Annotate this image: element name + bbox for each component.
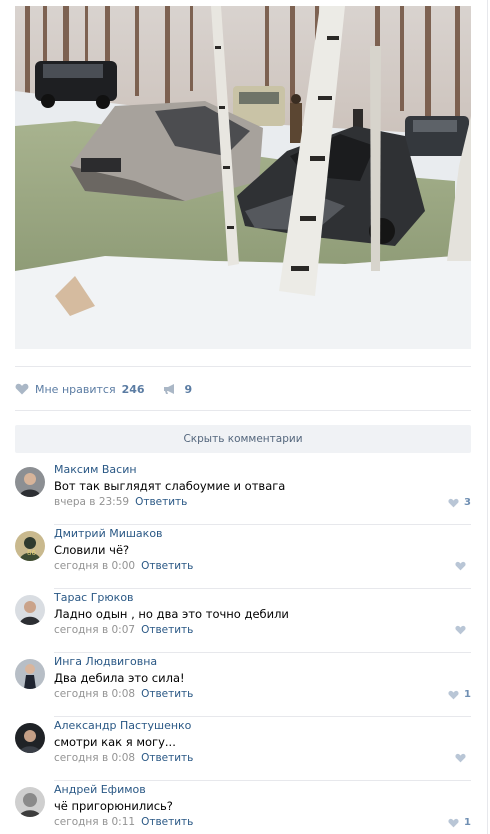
- post-actions: Мне нравится 246 9: [15, 381, 192, 397]
- like-count: 246: [121, 382, 145, 396]
- heart-icon: [455, 753, 466, 763]
- comment-like-count: 3: [464, 497, 471, 508]
- right-border: [487, 0, 488, 834]
- comment-like-button[interactable]: 1: [448, 817, 471, 828]
- comment-like-button[interactable]: [455, 753, 471, 763]
- reply-link[interactable]: Ответить: [135, 496, 187, 508]
- comment-text: Словили чё?: [54, 543, 130, 557]
- post-photo[interactable]: [15, 6, 471, 349]
- like-button[interactable]: Мне нравится 246: [15, 383, 145, 396]
- heart-icon: [455, 625, 466, 635]
- comment-date[interactable]: сегодня в 0:08: [54, 752, 135, 764]
- comment-author[interactable]: Дмитрий Мишаков: [54, 527, 163, 540]
- comment-text: смотри как я могу...: [54, 735, 176, 749]
- comment-like-count: 1: [464, 817, 471, 828]
- comment-like-button[interactable]: [455, 625, 471, 635]
- svg-text:86: 86: [27, 549, 36, 557]
- comment-text: Вот так выглядят слабоумие и отвага: [54, 479, 286, 493]
- reply-link[interactable]: Ответить: [141, 560, 193, 572]
- heart-icon: [448, 498, 459, 507]
- heart-icon: [15, 383, 29, 395]
- comment-date[interactable]: сегодня в 0:07: [54, 624, 135, 636]
- avatar[interactable]: [15, 595, 45, 625]
- comment-date[interactable]: сегодня в 0:11: [54, 816, 135, 828]
- share-button[interactable]: 9: [163, 382, 193, 396]
- comment-like-count: 1: [464, 689, 471, 700]
- comment-item: Инга Людвиговна Два дебила это сила! сег…: [15, 653, 471, 717]
- reply-link[interactable]: Ответить: [141, 816, 193, 828]
- avatar[interactable]: 86: [15, 531, 45, 561]
- comment-text: чё пригорюнились?: [54, 799, 173, 813]
- megaphone-icon: [163, 384, 174, 394]
- heart-icon: [448, 690, 459, 699]
- reply-link[interactable]: Ответить: [141, 752, 193, 764]
- comment-date[interactable]: вчера в 23:59: [54, 496, 129, 508]
- comment-text: Два дебила это сила!: [54, 671, 185, 685]
- comment-like-button[interactable]: [455, 561, 471, 571]
- comment-item: Тарас Грюков Ладно одын , но два это точ…: [15, 589, 471, 653]
- heart-icon: [455, 561, 466, 571]
- divider: [15, 366, 471, 367]
- comment-item: Максим Васин Вот так выглядят слабоумие …: [15, 461, 471, 525]
- avatar[interactable]: [15, 723, 45, 753]
- comment-item: 86 Дмитрий Мишаков Словили чё? сегодня в…: [15, 525, 471, 589]
- share-count: 9: [184, 382, 193, 396]
- comment-item: Александр Пастушенко смотри как я могу..…: [15, 717, 471, 781]
- avatar[interactable]: [15, 659, 45, 689]
- reply-link[interactable]: Ответить: [141, 688, 193, 700]
- comment-date[interactable]: сегодня в 0:08: [54, 688, 135, 700]
- comment-item: Андрей Ефимов чё пригорюнились? сегодня …: [15, 781, 471, 834]
- avatar[interactable]: [15, 787, 45, 817]
- comment-author[interactable]: Тарас Грюков: [54, 591, 134, 604]
- divider: [15, 410, 471, 411]
- avatar[interactable]: [15, 467, 45, 497]
- comment-author[interactable]: Андрей Ефимов: [54, 783, 146, 796]
- reply-link[interactable]: Ответить: [141, 624, 193, 636]
- comment-author[interactable]: Инга Людвиговна: [54, 655, 157, 668]
- comment-text: Ладно одын , но два это точно дебили: [54, 607, 289, 621]
- comment-author[interactable]: Максим Васин: [54, 463, 137, 476]
- comment-author[interactable]: Александр Пастушенко: [54, 719, 191, 732]
- hide-comments-button[interactable]: Скрыть комментарии: [15, 425, 471, 453]
- comment-date[interactable]: сегодня в 0:00: [54, 560, 135, 572]
- comment-like-button[interactable]: 3: [448, 497, 471, 508]
- comment-like-button[interactable]: 1: [448, 689, 471, 700]
- like-label: Мне нравится: [35, 382, 116, 396]
- heart-icon: [448, 818, 459, 827]
